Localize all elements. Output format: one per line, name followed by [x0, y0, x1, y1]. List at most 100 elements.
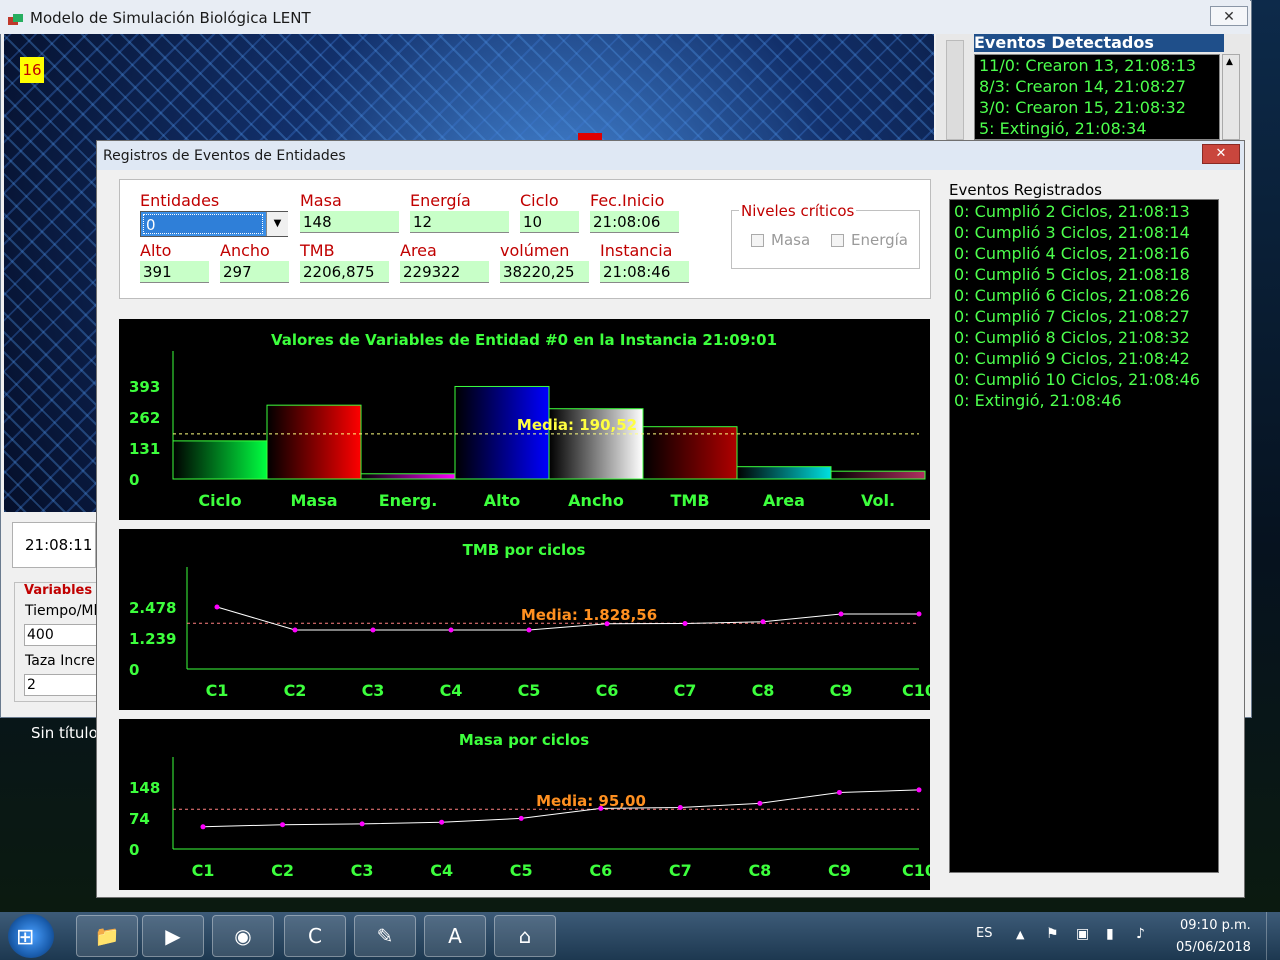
x-tick-label: C1 [206, 681, 229, 700]
file-explorer-icon[interactable]: 📁 [76, 915, 138, 957]
taza-label: Taza Incre [25, 653, 95, 669]
list-item[interactable]: 3/0: Crearon 15, 21:08:32 [979, 98, 1186, 117]
data-point [526, 627, 532, 633]
y-tick-label: 2.478 [129, 599, 176, 617]
entity-select-value[interactable]: 0 [143, 214, 263, 234]
dialog-title: Registros de Eventos de Entidades [103, 148, 346, 164]
x-tick-label: C3 [362, 681, 385, 700]
list-item[interactable]: 0: Cumplió 2 Ciclos, 21:08:13 [954, 202, 1190, 221]
list-item[interactable]: 0: Cumplió 6 Ciclos, 21:08:26 [954, 286, 1190, 305]
x-tick-label: C9 [828, 861, 851, 880]
x-tick-label: C10 [902, 681, 930, 700]
data-point [214, 604, 220, 610]
data-point [604, 621, 610, 627]
x-tick-label: C1 [192, 861, 215, 880]
y-tick-label: 0 [129, 471, 139, 489]
x-tick-label: C2 [284, 681, 307, 700]
x-tick-label: C10 [902, 861, 930, 880]
energia-checkbox[interactable] [831, 234, 844, 247]
chrome-icon[interactable]: ◉ [212, 915, 274, 957]
close-icon: ✕ [1223, 9, 1235, 25]
variables-bar-chart: Valores de Variables de Entidad #0 en la… [119, 319, 930, 520]
app-icon [8, 11, 24, 25]
variables-group-legend: Variables i [24, 583, 102, 598]
registered-events-title: Eventos Registrados [949, 181, 1102, 199]
main-close-button[interactable]: ✕ [1210, 6, 1248, 26]
desktop-icon-label[interactable]: Sin título [31, 724, 98, 742]
data-point [677, 805, 683, 811]
events-detected-list[interactable]: 11/0: Crearon 13, 21:08:13 8/3: Crearon … [974, 54, 1220, 140]
registered-events-list[interactable]: 0: Cumplió 2 Ciclos, 21:08:13 0: Cumplió… [949, 199, 1219, 873]
volume-icon[interactable]: ♪ [1136, 926, 1145, 942]
list-item[interactable]: 5: Extingió, 21:08:34 [979, 119, 1147, 138]
x-tick-label: C4 [440, 681, 463, 700]
data-point [916, 611, 922, 617]
list-item[interactable]: 0: Extingió, 21:08:46 [954, 391, 1122, 410]
data-point [292, 627, 298, 633]
data-point [916, 787, 922, 793]
list-item[interactable]: 0: Cumplió 7 Ciclos, 21:08:27 [954, 307, 1190, 326]
y-tick-label: 0 [129, 841, 139, 859]
y-tick-label: 0 [129, 661, 139, 679]
tmb-line-chart: TMB por ciclos 0 1.239 2.478 Media: 1.828,56… [119, 529, 936, 710]
wordpad-icon[interactable]: A [424, 915, 486, 957]
dialog-close-button[interactable]: ✕ [1202, 144, 1240, 164]
tray-expand-icon[interactable]: ▲ [1016, 928, 1024, 941]
tiempo-input[interactable]: 400 [24, 624, 98, 646]
ccleaner-icon[interactable]: C [284, 915, 346, 957]
taskbar-clock-time[interactable]: 09:10 p.m. [1180, 918, 1251, 933]
taskbar-clock-date[interactable]: 05/06/2018 [1176, 940, 1251, 955]
action-center-icon[interactable]: ⚑ [1046, 926, 1059, 942]
list-item[interactable]: 0: Cumplió 5 Ciclos, 21:08:18 [954, 265, 1190, 284]
language-indicator[interactable]: ES [976, 926, 992, 941]
energia-checkbox-label: Energía [851, 231, 908, 249]
media-player-icon[interactable]: ▶ [142, 915, 204, 957]
lent-app-icon[interactable]: ⌂ [494, 915, 556, 957]
x-tick-label: C5 [510, 861, 533, 880]
scroll-up-icon[interactable]: ▲ [1226, 57, 1233, 67]
entity-counter-badge: 16 [20, 57, 44, 83]
masa-checkbox[interactable] [751, 234, 764, 247]
tiempo-label: Tiempo/Ml [25, 603, 98, 619]
ciclo-field: 10 [520, 211, 579, 233]
list-item[interactable]: 0: Cumplió 3 Ciclos, 21:08:14 [954, 223, 1190, 242]
list-item[interactable]: 0: Cumplió 8 Ciclos, 21:08:32 [954, 328, 1190, 347]
notepad-icon[interactable]: ✎ [354, 915, 416, 957]
tmb-field: 2206,875 [300, 261, 389, 283]
mean-label: Media: 190,52 [517, 416, 637, 434]
bar [642, 426, 738, 480]
list-item[interactable]: 0: Cumplió 10 Ciclos, 21:08:46 [954, 370, 1200, 389]
y-tick-label: 74 [129, 810, 150, 828]
data-point [760, 619, 766, 625]
x-tick-label: C6 [596, 681, 619, 700]
x-tick-label: Ciclo [198, 491, 241, 510]
x-tick-label: C3 [351, 861, 374, 880]
show-desktop-button[interactable] [1266, 912, 1280, 960]
masa-line-chart: Masa por ciclos 0 74 148 Media: 95,00 C1 C2 C3 C… [119, 719, 936, 890]
x-tick-label: C7 [669, 861, 692, 880]
entidades-label: Entidades [140, 191, 220, 210]
list-item[interactable]: 8/3: Crearon 14, 21:08:27 [979, 77, 1186, 96]
events-scrollbar[interactable]: ▲ [1222, 54, 1240, 140]
mean-label: Media: 1.828,56 [521, 606, 657, 624]
fecinicio-field: 21:08:06 [590, 211, 679, 233]
bar [736, 466, 832, 480]
taza-input[interactable]: 2 [24, 674, 98, 696]
ancho-field: 297 [220, 261, 289, 283]
y-tick-label: 393 [129, 378, 160, 396]
energia-field: 12 [410, 211, 509, 233]
chevron-down-icon[interactable]: ▼ [266, 212, 288, 236]
list-item[interactable]: 11/0: Crearon 13, 21:08:13 [979, 56, 1196, 75]
list-item[interactable]: 0: Cumplió 9 Ciclos, 21:08:42 [954, 349, 1190, 368]
windows-logo-icon[interactable]: ⊞ [16, 925, 34, 950]
list-item[interactable]: 0: Cumplió 4 Ciclos, 21:08:16 [954, 244, 1190, 263]
data-point [200, 824, 206, 830]
chart-title: TMB por ciclos [463, 541, 586, 559]
x-tick-label: C2 [271, 861, 294, 880]
x-tick-label: Vol. [861, 491, 895, 510]
data-point [682, 620, 688, 626]
network-icon[interactable]: ▮ [1106, 926, 1114, 942]
events-side-scrollbar[interactable] [946, 40, 964, 140]
area-field: 229322 [400, 261, 489, 283]
usb-icon[interactable]: ▣ [1076, 926, 1089, 942]
